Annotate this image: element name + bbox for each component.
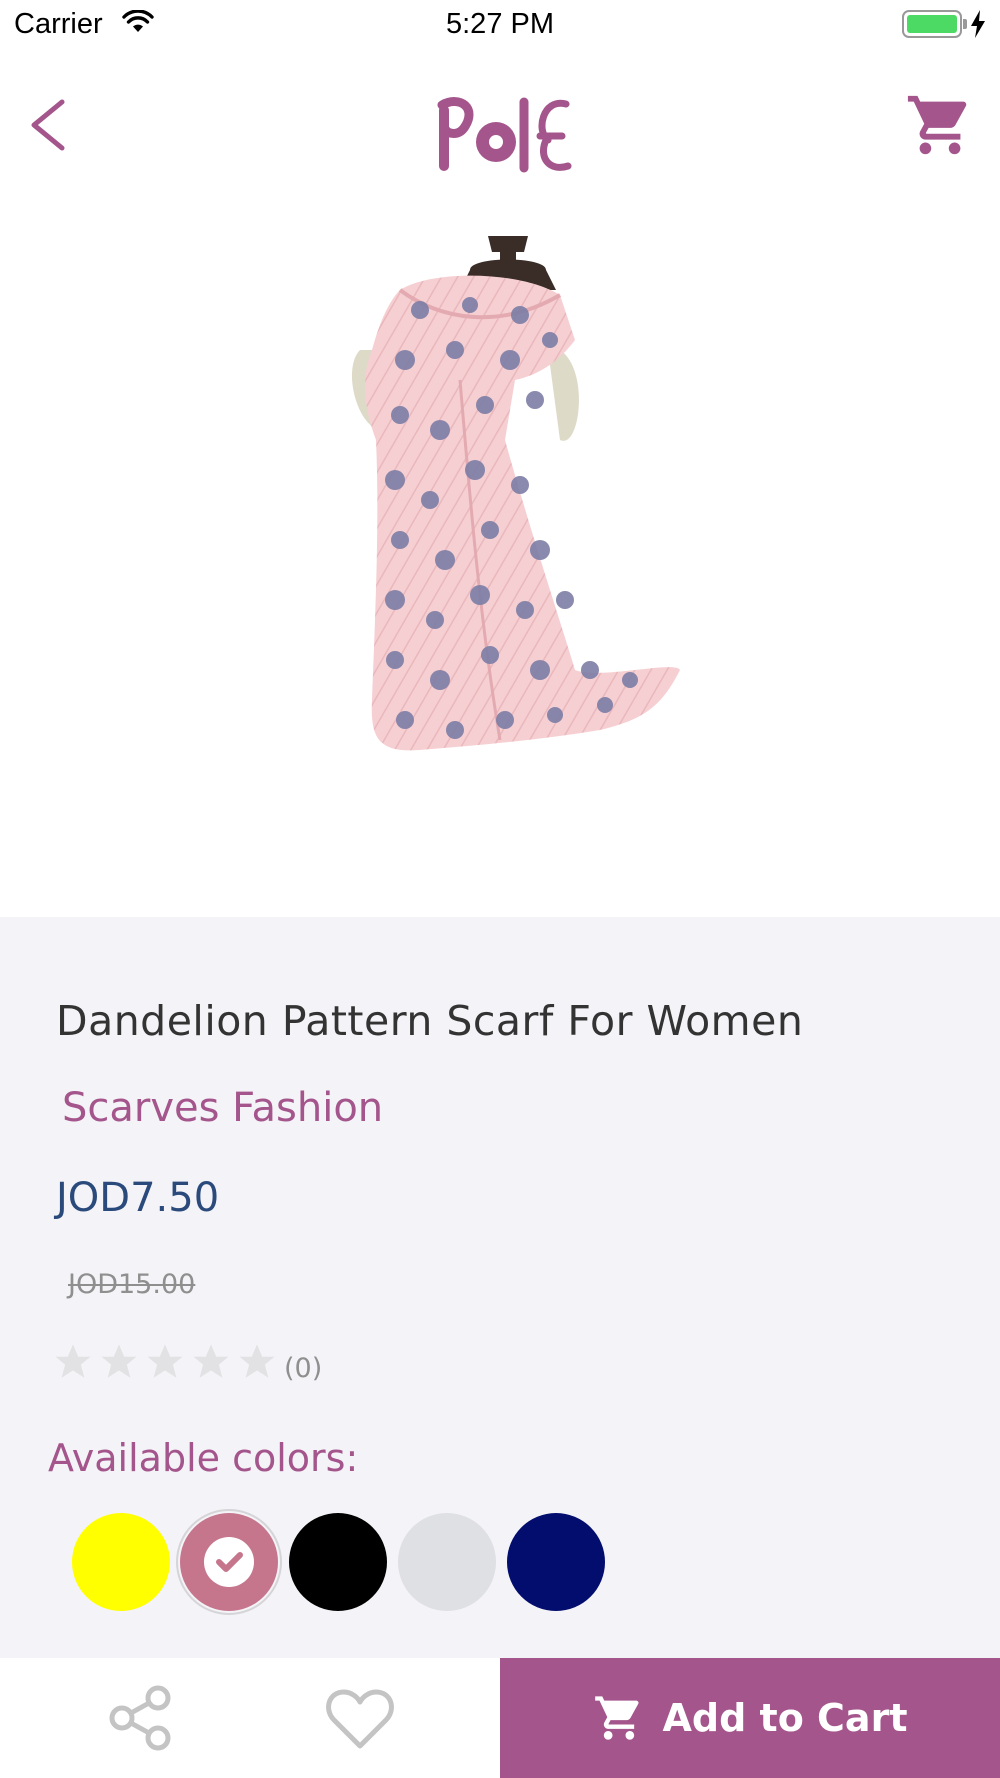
star-icon [239,1344,275,1378]
product-image[interactable] [0,200,1000,917]
cart-button[interactable] [905,90,975,160]
color-swatch-light-gray[interactable] [398,1513,496,1611]
brand-logo [420,80,580,180]
color-swatch-pink[interactable] [176,1509,282,1615]
battery-icon [902,10,962,38]
product-title: Dandelion Pattern Scarf For Women [56,997,804,1045]
product-old-price: JOD15.00 [68,1269,196,1300]
status-bar: Carrier 5:27 PM [0,0,1000,50]
bottom-action-bar: Add to Cart [0,1658,1000,1778]
star-icon [193,1344,229,1378]
add-to-cart-label: Add to Cart [662,1696,908,1740]
product-price: JOD7.50 [56,1175,220,1221]
back-button[interactable] [20,90,80,160]
product-details: Dandelion Pattern Scarf For Women Scarve… [0,917,1000,1658]
star-icon [147,1344,183,1378]
rating-count: (0) [284,1352,323,1384]
clock: 5:27 PM [446,8,554,40]
cart-icon [594,1696,639,1740]
available-colors-label: Available colors: [48,1436,359,1480]
cart-icon [907,95,967,155]
color-swatch-black[interactable] [289,1513,387,1611]
chevron-left-icon [31,99,65,151]
add-to-cart-button[interactable]: Add to Cart [500,1658,1000,1778]
battery-tip [963,19,967,29]
favorite-button[interactable] [320,1678,400,1758]
nav-bar [0,50,1000,200]
heart-icon [326,1689,394,1749]
color-swatch-navy[interactable] [507,1513,605,1611]
product-category-link[interactable]: Scarves Fashion [62,1085,383,1131]
rating-stars: (0) [52,1337,322,1387]
star-icon [55,1344,91,1378]
checkmark-icon [204,1537,254,1587]
share-icon [109,1685,171,1751]
charging-bolt-icon [971,10,985,38]
color-swatch-yellow[interactable] [72,1513,170,1611]
share-button[interactable] [100,1678,180,1758]
star-icon [101,1344,137,1378]
